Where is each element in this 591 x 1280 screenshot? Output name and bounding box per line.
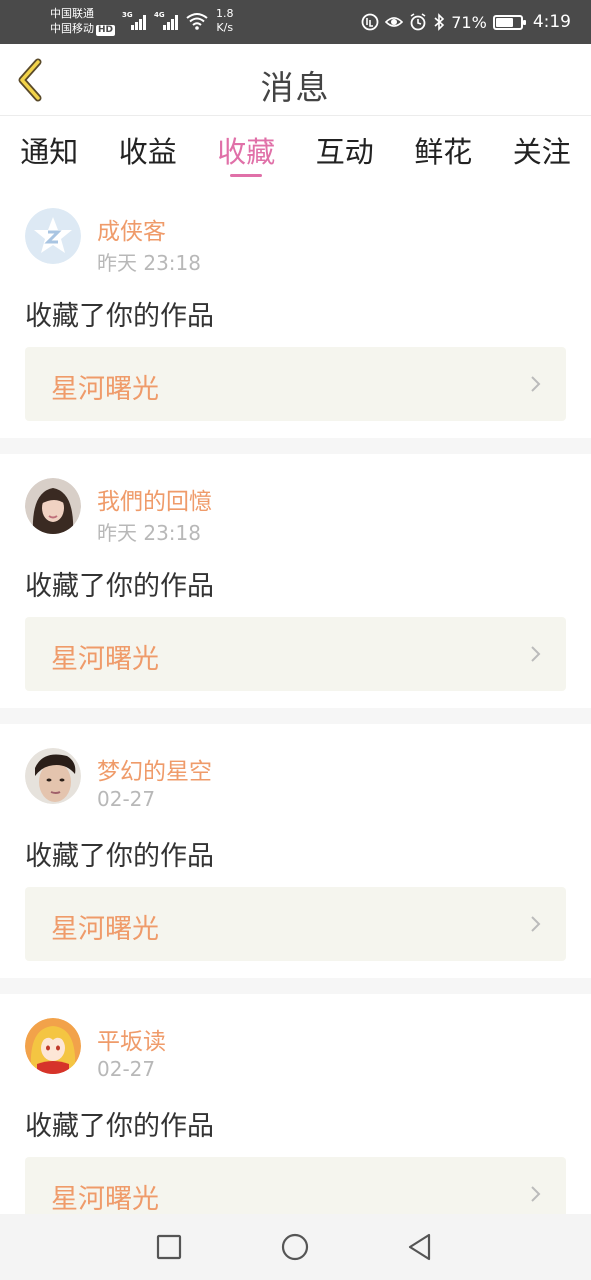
woman-photo-avatar-icon (25, 478, 81, 534)
page-title: 消息 (260, 68, 331, 107)
username[interactable]: 平坂读 (97, 1022, 166, 1056)
chevron-right-icon (531, 646, 541, 662)
clock: 4:19 (532, 12, 571, 32)
anime-girl-avatar-icon (25, 1018, 81, 1074)
message-card: 我們的回憶 昨天 23:18 收藏了你的作品 星河曙光 (0, 454, 591, 708)
signal-3g-icon: 3G (122, 11, 152, 30)
nfc-icon (361, 13, 379, 31)
tab-favorites[interactable]: 收藏 (197, 117, 296, 183)
timestamp: 昨天 23:18 (97, 251, 201, 275)
avatar[interactable] (25, 748, 81, 804)
battery-icon (492, 14, 526, 30)
action-text: 收藏了你的作品 (25, 571, 214, 602)
bluetooth-icon (434, 13, 445, 31)
avatar[interactable] (25, 478, 81, 534)
battery-percent: 71% (451, 12, 487, 32)
hd-badge: HD (96, 25, 116, 36)
message-list[interactable]: 成侠客 昨天 23:18 收藏了你的作品 星河曙光 我們的回憶 昨天 23:18… (0, 184, 591, 1214)
username[interactable]: 我們的回憶 (97, 482, 212, 516)
recent-apps-icon[interactable] (154, 1232, 184, 1262)
signal-4g-icon: 4G (154, 11, 184, 30)
tab-interactions[interactable]: 互动 (296, 117, 395, 183)
tab-notifications[interactable]: 通知 (0, 117, 99, 183)
status-bar: 中国联通 中国移动 HD 3G 4G 1.8 K/s 71% 4:19 (0, 0, 591, 44)
chevron-right-icon (531, 376, 541, 392)
timestamp: 昨天 23:18 (97, 521, 201, 545)
system-nav-bar (0, 1214, 591, 1280)
qq-default-avatar-icon (25, 208, 81, 264)
carrier-info: 中国联通 中国移动 HD (50, 6, 116, 36)
tab-flowers[interactable]: 鲜花 (394, 117, 493, 183)
work-title: 星河曙光 (51, 914, 159, 945)
man-photo-avatar-icon (25, 748, 81, 804)
eye-comfort-icon (385, 17, 404, 27)
work-link[interactable]: 星河曙光 (25, 887, 566, 961)
action-text: 收藏了你的作品 (25, 841, 214, 872)
back-icon[interactable] (405, 1232, 435, 1262)
timestamp: 02-27 (97, 787, 156, 811)
wifi-icon (186, 13, 208, 30)
carrier-2: 中国移动 (50, 22, 94, 35)
work-title: 星河曙光 (51, 374, 159, 405)
chevron-right-icon (531, 916, 541, 932)
tab-earnings[interactable]: 收益 (99, 117, 198, 183)
header: 消息 (0, 44, 591, 116)
work-title: 星河曙光 (51, 1184, 159, 1214)
work-link[interactable]: 星河曙光 (25, 617, 566, 691)
work-link[interactable]: 星河曙光 (25, 1157, 566, 1214)
work-title: 星河曙光 (51, 644, 159, 675)
network-speed: 1.8 K/s (216, 7, 234, 34)
message-card: 成侠客 昨天 23:18 收藏了你的作品 星河曙光 (0, 184, 591, 438)
carrier-1: 中国联通 (50, 7, 94, 20)
username[interactable]: 成侠客 (97, 212, 166, 246)
timestamp: 02-27 (97, 1057, 156, 1081)
action-text: 收藏了你的作品 (25, 1111, 214, 1142)
avatar[interactable] (25, 208, 81, 264)
alarm-icon (410, 13, 426, 31)
work-link[interactable]: 星河曙光 (25, 347, 566, 421)
action-text: 收藏了你的作品 (25, 301, 214, 332)
chevron-right-icon (531, 1186, 541, 1202)
home-icon[interactable] (280, 1232, 310, 1262)
avatar[interactable] (25, 1018, 81, 1074)
message-card: 平坂读 02-27 收藏了你的作品 星河曙光 (0, 994, 591, 1214)
tab-bar: 通知 收益 收藏 互动 鲜花 关注 (0, 117, 591, 183)
message-card: 梦幻的星空 02-27 收藏了你的作品 星河曙光 (0, 724, 591, 978)
username[interactable]: 梦幻的星空 (97, 752, 212, 786)
tab-follows[interactable]: 关注 (493, 117, 591, 183)
